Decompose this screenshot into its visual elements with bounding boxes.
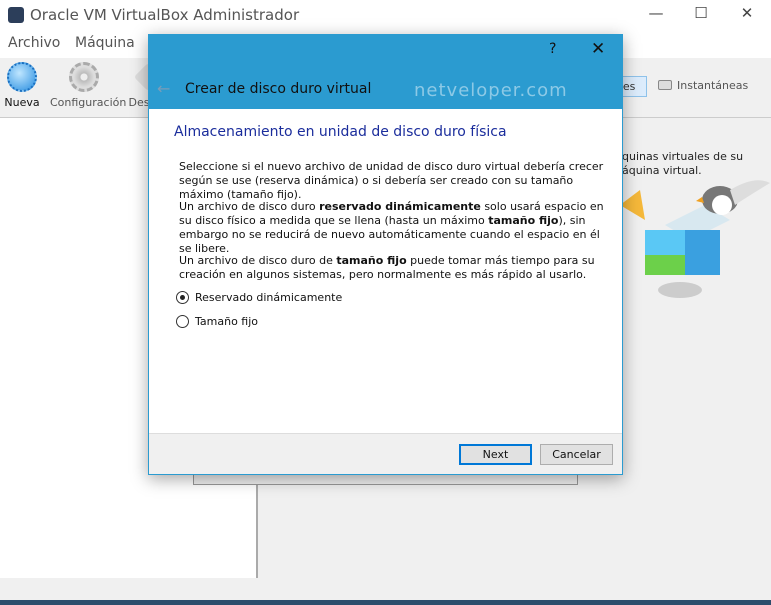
cancel-button[interactable]: Cancelar — [540, 444, 613, 465]
window-title: Oracle VM VirtualBox Administrador — [30, 6, 300, 24]
radio-unselected-icon[interactable] — [176, 315, 189, 328]
back-arrow-icon[interactable]: ← — [157, 79, 170, 98]
settings-label: Configuración — [50, 96, 127, 109]
radio-dynamic[interactable]: Reservado dinámicamente — [176, 291, 342, 304]
minimize-button[interactable]: — — [641, 4, 671, 22]
help-button[interactable]: ? — [549, 41, 556, 57]
close-dialog-button[interactable]: ✕ — [591, 39, 605, 59]
welcome-text: quinas virtuales de su áquina virtual. — [622, 150, 744, 177]
virtualbox-mascot-illustration — [620, 180, 770, 298]
discard-button[interactable]: Des — [128, 62, 150, 109]
radio-dynamic-label: Reservado dinámicamente — [195, 291, 343, 304]
description-paragraph-3: Un archivo de disco duro de tamaño fijo … — [179, 254, 595, 281]
discard-label: Des — [128, 96, 150, 109]
radio-selected-icon[interactable] — [176, 291, 189, 304]
description-paragraph-1: Seleccione si el nuevo archivo de unidad… — [179, 160, 604, 201]
taskbar-edge — [0, 600, 771, 605]
description-paragraph-2: Un archivo de disco duro reservado dinám… — [179, 200, 604, 255]
camera-icon — [658, 80, 672, 90]
next-button[interactable]: Next — [459, 444, 532, 465]
new-starburst-icon — [7, 62, 37, 92]
watermark: netveloper.com — [414, 80, 568, 101]
snapshots-label: Instantáneas — [677, 79, 749, 92]
maximize-button[interactable]: ☐ — [686, 4, 716, 22]
radio-fixed[interactable]: Tamaño fijo — [176, 315, 258, 328]
settings-button[interactable]: Configuración — [50, 62, 126, 109]
new-button[interactable]: Nueva — [4, 62, 40, 109]
new-label: Nueva — [4, 96, 40, 109]
virtualbox-app-icon — [8, 7, 24, 23]
tab-snapshots[interactable]: Instantáneas — [658, 79, 748, 92]
dialog-title: Crear de disco duro virtual — [185, 81, 372, 97]
create-virtual-disk-dialog: ? ✕ ← Crear de disco duro virtual netvel… — [148, 34, 623, 475]
menu-archivo[interactable]: Archivo — [8, 35, 60, 51]
menu-maquina[interactable]: Máquina — [75, 35, 135, 51]
dialog-footer: Next Cancelar — [149, 433, 622, 474]
radio-fixed-label: Tamaño fijo — [195, 315, 259, 328]
page-heading: Almacenamiento en unidad de disco duro f… — [174, 124, 507, 140]
close-window-button[interactable]: ✕ — [732, 4, 762, 22]
gear-icon — [69, 62, 99, 92]
